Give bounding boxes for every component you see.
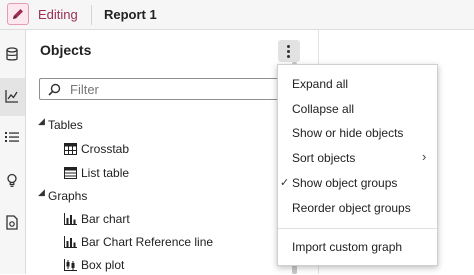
caret-down-icon: ◢	[38, 187, 45, 197]
more-options-button[interactable]	[278, 40, 300, 62]
object-bar-chart-reference-line[interactable]: Bar Chart Reference line	[64, 234, 292, 252]
group-label: Graphs	[48, 189, 88, 203]
page-settings-icon	[6, 215, 18, 230]
rail-outline-button[interactable]	[0, 120, 25, 158]
menu-item-label: Expand all	[292, 77, 349, 91]
left-rail	[0, 30, 26, 274]
menu-item-expand-all[interactable]: Expand all	[278, 72, 437, 96]
object-label: Crosstab	[81, 142, 130, 156]
line-chart-icon	[5, 90, 18, 103]
menu-item-label: Collapse all	[292, 102, 355, 116]
crosstab-icon	[64, 143, 77, 155]
menu-divider	[278, 228, 437, 229]
object-bar-chart[interactable]: Bar chart	[64, 211, 284, 229]
database-icon	[6, 47, 18, 61]
list-table-icon	[64, 167, 77, 179]
edit-mode-button[interactable]	[7, 3, 29, 25]
caret-down-icon: ◢	[38, 116, 45, 126]
group-label: Tables	[48, 118, 83, 132]
object-crosstab[interactable]: Crosstab	[64, 141, 284, 159]
object-list-table[interactable]: List table	[64, 165, 284, 183]
object-label: Bar chart	[81, 212, 130, 226]
object-box-plot[interactable]: Box plot	[64, 257, 284, 275]
filter-placeholder: Filter	[70, 82, 99, 97]
lightbulb-icon	[7, 173, 17, 187]
rail-data-button[interactable]	[0, 36, 25, 74]
menu-item-collapse-all[interactable]: Collapse all	[278, 97, 437, 121]
top-toolbar: Editing Report 1	[0, 0, 474, 30]
group-tables[interactable]: ◢ Tables	[38, 116, 278, 135]
report-title[interactable]: Report 1	[104, 7, 157, 22]
menu-item-label: Import custom graph	[292, 240, 403, 254]
toolbar-divider	[91, 5, 92, 25]
menu-item-label: Reorder object groups	[292, 201, 411, 215]
mode-label: Editing	[38, 7, 78, 22]
object-label: List table	[81, 166, 130, 180]
menu-item-import-custom-graph[interactable]: Import custom graph	[278, 235, 437, 259]
search-icon	[48, 83, 61, 96]
bar-chart-reference-icon	[64, 236, 77, 248]
menu-item-show-object-groups[interactable]: ✓ Show object groups	[278, 171, 437, 195]
group-graphs[interactable]: ◢ Graphs	[38, 187, 278, 206]
menu-item-sort-objects[interactable]: Sort objects ›	[278, 146, 437, 170]
objects-options-menu: Expand all Collapse all Show or hide obj…	[277, 64, 438, 266]
rail-suggestions-button[interactable]	[0, 162, 25, 200]
pencil-icon	[13, 9, 23, 19]
menu-item-label: Show or hide objects	[292, 126, 404, 140]
list-icon	[5, 132, 19, 142]
checkmark-icon: ✓	[280, 177, 290, 189]
menu-item-reorder-object-groups[interactable]: Reorder object groups	[278, 196, 437, 220]
menu-item-show-hide-objects[interactable]: Show or hide objects	[278, 121, 437, 145]
bar-chart-icon	[64, 213, 77, 225]
menu-item-label: Sort objects	[292, 151, 356, 165]
pane-title: Objects	[40, 42, 92, 58]
chevron-right-icon: ›	[422, 149, 427, 164]
object-label: Bar Chart Reference line	[81, 235, 214, 249]
box-plot-icon	[64, 259, 77, 271]
filter-input[interactable]: Filter	[39, 78, 289, 100]
object-label: Box plot	[81, 258, 125, 272]
more-vertical-icon	[287, 45, 290, 48]
rail-objects-button[interactable]	[0, 78, 25, 116]
menu-item-label: Show object groups	[292, 176, 398, 190]
rail-page-options-button[interactable]	[0, 204, 25, 242]
